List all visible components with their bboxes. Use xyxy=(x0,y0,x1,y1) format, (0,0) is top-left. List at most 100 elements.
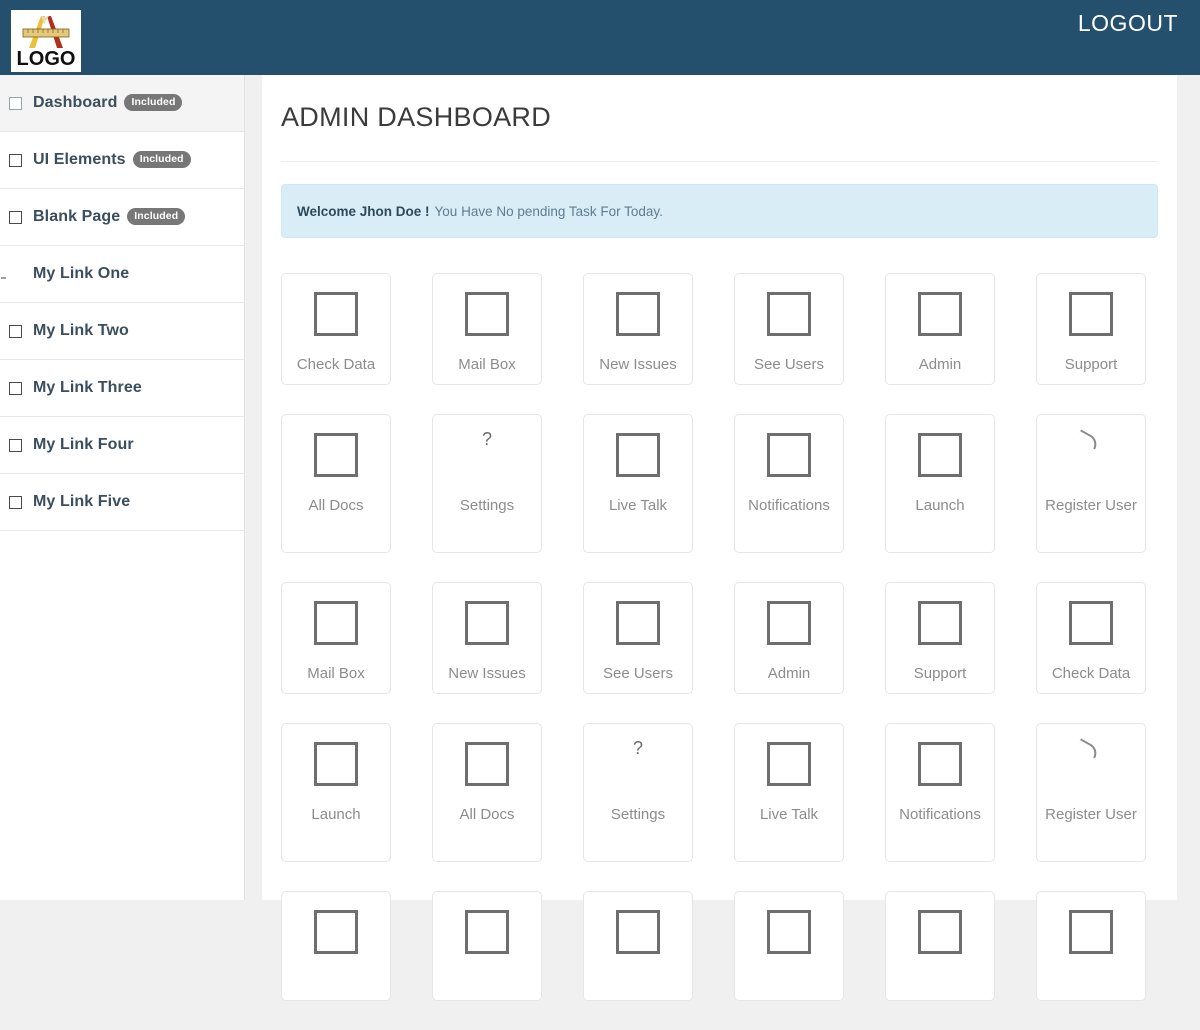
box-placeholder-icon xyxy=(1069,601,1113,645)
tile-label: Mail Box xyxy=(458,355,516,374)
sidebar-item-my-link-one[interactable]: My Link One xyxy=(0,246,244,303)
tile-all-docs[interactable]: All Docs xyxy=(281,414,391,553)
tile-tile-3[interactable] xyxy=(583,891,693,1001)
welcome-alert-strong: Welcome Jhon Doe ! xyxy=(297,204,430,219)
checkbox-square-icon xyxy=(9,496,22,509)
checkbox-square-icon xyxy=(9,325,22,338)
included-badge: Included xyxy=(124,94,182,111)
box-placeholder-icon xyxy=(767,910,811,954)
tile-label: Launch xyxy=(311,805,360,824)
tile-live-talk[interactable]: Live Talk xyxy=(734,723,844,862)
tile-label: Admin xyxy=(768,664,811,683)
question-mark-icon: ? xyxy=(616,742,660,786)
tile-label: Register User xyxy=(1045,496,1137,515)
tile-support[interactable]: Support xyxy=(1036,273,1146,385)
included-badge: Included xyxy=(133,151,191,168)
tile-check-data[interactable]: Check Data xyxy=(281,273,391,385)
tile-label: Check Data xyxy=(1052,664,1130,683)
tile-launch[interactable]: Launch xyxy=(885,414,995,553)
tile-tile-2[interactable] xyxy=(432,891,542,1001)
sidebar-item-label: DashboardIncluded xyxy=(33,94,182,112)
tile-label: Live Talk xyxy=(760,805,818,824)
curve-stroke-icon xyxy=(1069,742,1113,786)
tile-label: All Docs xyxy=(308,496,363,515)
box-placeholder-icon xyxy=(918,742,962,786)
sidebar-item-blank-page[interactable]: Blank PageIncluded xyxy=(0,189,244,246)
tile-row: All Docs ?Settings Live Talk Notifications L… xyxy=(281,414,1161,553)
tile-register-user[interactable]: Register User xyxy=(1036,414,1146,553)
sidebar-item-my-link-two[interactable]: My Link Two xyxy=(0,303,244,360)
tile-label: Live Talk xyxy=(609,496,667,515)
tile-tile-6[interactable] xyxy=(1036,891,1146,1001)
tile-notifications[interactable]: Notifications xyxy=(734,414,844,553)
tile-tile-1[interactable] xyxy=(281,891,391,1001)
box-placeholder-icon xyxy=(767,601,811,645)
box-placeholder-icon xyxy=(616,433,660,477)
tile-settings[interactable]: ? Settings xyxy=(583,723,693,862)
tile-register-user[interactable]: Register User xyxy=(1036,723,1146,862)
tile-all-docs[interactable]: All Docs xyxy=(432,723,542,862)
tile-grid: Check Data Mail Box New Issues See Users Adm… xyxy=(281,273,1161,1030)
tile-admin[interactable]: Admin xyxy=(734,582,844,694)
tile-new-issues[interactable]: New Issues xyxy=(432,582,542,694)
tile-tile-4[interactable] xyxy=(734,891,844,1001)
tile-label: Register User xyxy=(1045,805,1137,824)
main-content: ADMIN DASHBOARD Welcome Jhon Doe ! You H… xyxy=(262,75,1177,900)
checkbox-square-icon xyxy=(9,439,22,452)
box-placeholder-icon xyxy=(616,910,660,954)
box-placeholder-icon xyxy=(465,742,509,786)
sidebar-item-my-link-three[interactable]: My Link Three xyxy=(0,360,244,417)
tile-admin[interactable]: Admin xyxy=(885,273,995,385)
tile-row xyxy=(281,891,1161,1001)
box-placeholder-icon xyxy=(918,292,962,336)
box-placeholder-icon xyxy=(918,601,962,645)
tile-label: See Users xyxy=(754,355,824,374)
tile-settings[interactable]: ?Settings xyxy=(432,414,542,553)
box-placeholder-icon xyxy=(616,292,660,336)
sidebar-item-label: My Link One xyxy=(33,265,129,283)
logo[interactable]: LOGO xyxy=(11,10,81,72)
tile-label: Support xyxy=(1065,355,1118,374)
sidebar-item-label: UI ElementsIncluded xyxy=(33,151,191,169)
tile-label: Notifications xyxy=(748,496,830,515)
box-placeholder-icon xyxy=(616,601,660,645)
top-bar: LOGOUT xyxy=(0,0,1200,75)
tile-launch[interactable]: Launch xyxy=(281,723,391,862)
tile-mail-box[interactable]: Mail Box xyxy=(281,582,391,694)
box-placeholder-icon xyxy=(314,601,358,645)
box-placeholder-icon xyxy=(1069,292,1113,336)
tile-label: Launch xyxy=(915,496,964,515)
checkbox-square-icon xyxy=(9,97,22,110)
checkbox-square-icon xyxy=(9,211,22,224)
tile-label: Settings xyxy=(611,805,665,824)
curve-stroke-icon xyxy=(1069,433,1113,477)
logo-text: LOGO xyxy=(11,48,81,71)
tile-see-users[interactable]: See Users xyxy=(734,273,844,385)
sidebar-item-ui-elements[interactable]: UI ElementsIncluded xyxy=(0,132,244,189)
sidebar-item-dashboard[interactable]: DashboardIncluded xyxy=(0,75,244,132)
tile-label: Check Data xyxy=(297,355,375,374)
tile-notifications[interactable]: Notifications xyxy=(885,723,995,862)
sidebar-item-label: My Link Four xyxy=(33,436,134,454)
tile-check-data[interactable]: Check Data xyxy=(1036,582,1146,694)
tile-label: New Issues xyxy=(448,664,526,683)
tile-see-users[interactable]: See Users xyxy=(583,582,693,694)
tile-label: Mail Box xyxy=(307,664,365,683)
tile-label: Admin xyxy=(919,355,962,374)
tile-row: Mail Box New Issues See Users Admin Support C… xyxy=(281,582,1161,694)
sidebar-item-my-link-five[interactable]: My Link Five xyxy=(0,474,244,531)
tile-mail-box[interactable]: Mail Box xyxy=(432,273,542,385)
tile-live-talk[interactable]: Live Talk xyxy=(583,414,693,553)
sidebar: DashboardIncluded UI ElementsIncluded Blan… xyxy=(0,75,245,900)
included-badge: Included xyxy=(127,208,185,225)
tile-tile-5[interactable] xyxy=(885,891,995,1001)
logout-button[interactable]: LOGOUT xyxy=(1078,10,1178,37)
tile-label: Settings xyxy=(460,496,514,515)
pencil-ruler-a-logo-icon xyxy=(11,12,81,52)
box-placeholder-icon xyxy=(314,433,358,477)
tile-new-issues[interactable]: New Issues xyxy=(583,273,693,385)
box-placeholder-icon xyxy=(767,292,811,336)
tile-support[interactable]: Support xyxy=(885,582,995,694)
sidebar-item-my-link-four[interactable]: My Link Four xyxy=(0,417,244,474)
tile-label: Support xyxy=(914,664,967,683)
